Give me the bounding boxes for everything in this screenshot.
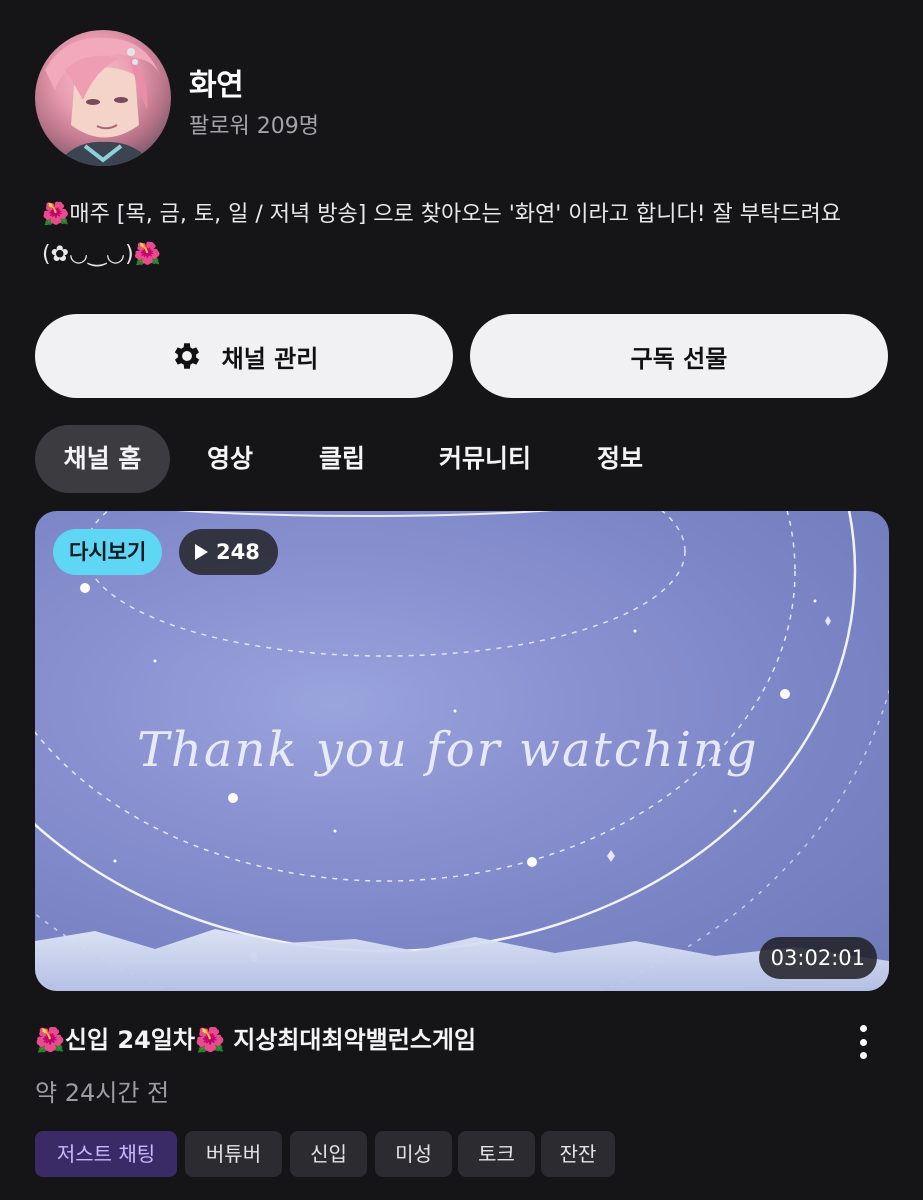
- video-upload-time: 약 24시간 전: [35, 1079, 170, 1107]
- gift-subscription-label: 구독 선물: [630, 344, 728, 373]
- tab-videos[interactable]: 영상: [185, 425, 275, 493]
- channel-bio: 🌺매주 [목, 금, 토, 일 / 저녁 방송] 으로 찾아오는 '화연' 이라…: [42, 202, 841, 267]
- channel-name: 화연: [189, 68, 244, 103]
- video-duration: 03:02:01: [758, 937, 877, 979]
- video-title[interactable]: 🌺신입 24일차🌺 지상최대최악밸런스게임: [35, 1020, 825, 1060]
- tab-info[interactable]: 정보: [575, 425, 665, 493]
- tab-community[interactable]: 커뮤니티: [410, 425, 560, 493]
- thumbnail-caption: Thank you for watching: [137, 722, 759, 778]
- avatar[interactable]: [35, 30, 171, 166]
- tag-item[interactable]: 신입: [290, 1131, 367, 1177]
- tab-home[interactable]: 채널 홈: [35, 425, 170, 493]
- video-thumbnail[interactable]: Thank you for watching 다시보기 248 03:02:01: [35, 511, 889, 991]
- tag-category[interactable]: 저스트 채팅: [35, 1131, 177, 1177]
- channel-manage-label: 채널 관리: [221, 344, 319, 373]
- tag-item[interactable]: 버튜버: [185, 1131, 282, 1177]
- gift-subscription-button[interactable]: 구독 선물: [470, 314, 888, 398]
- tag-item[interactable]: 토크: [458, 1131, 535, 1177]
- more-vertical-icon[interactable]: [848, 1022, 878, 1062]
- view-count-badge: 248: [179, 529, 278, 575]
- gear-icon: [170, 339, 204, 373]
- channel-manage-button[interactable]: 채널 관리: [35, 314, 453, 398]
- tag-item[interactable]: 잔잔: [541, 1131, 615, 1177]
- tab-clips[interactable]: 클립: [297, 425, 387, 493]
- follower-count: 팔로워 209명: [189, 114, 319, 139]
- channel-page: 화연 팔로워 209명 🌺매주 [목, 금, 토, 일 / 저녁 방송] 으로 …: [0, 0, 923, 1200]
- play-icon: [195, 544, 208, 560]
- view-count: 248: [216, 540, 260, 564]
- tag-item[interactable]: 미성: [375, 1131, 452, 1177]
- replay-badge: 다시보기: [53, 529, 163, 575]
